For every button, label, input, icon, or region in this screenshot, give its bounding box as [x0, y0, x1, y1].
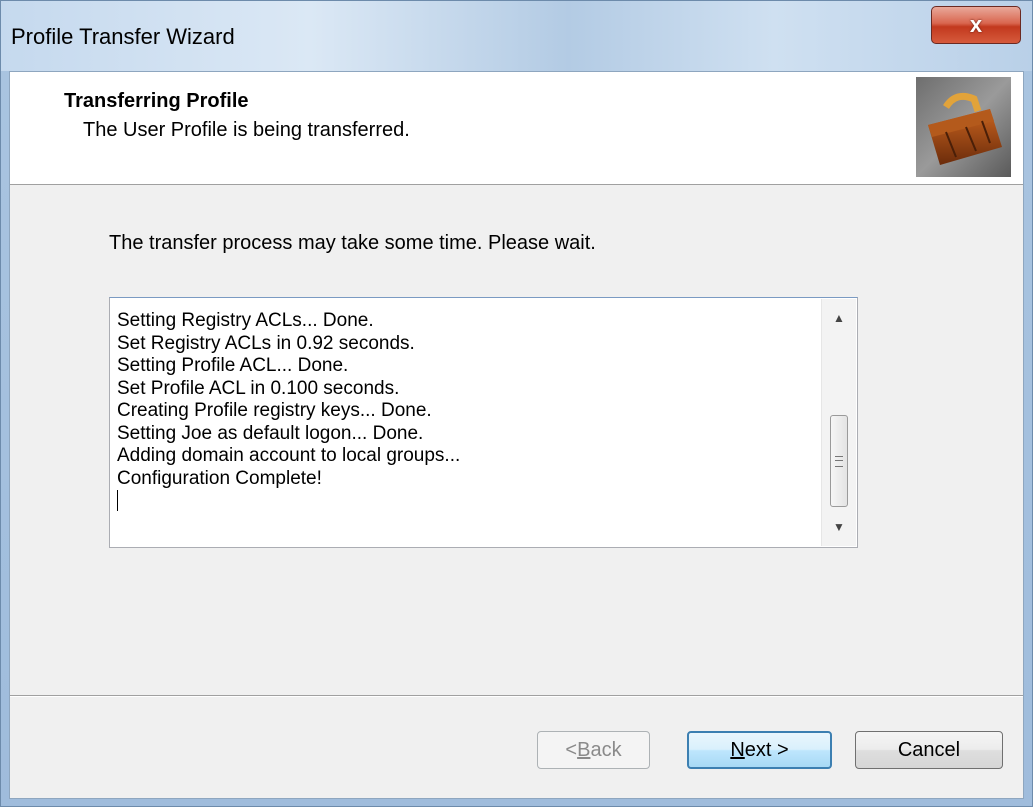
- back-button[interactable]: < Back: [537, 731, 650, 769]
- log-line: Set Registry ACLs in 0.92 seconds.: [117, 332, 415, 354]
- title-bar[interactable]: Profile Transfer Wizard x: [1, 1, 1032, 71]
- log-line: Setting Profile ACL... Done.: [117, 355, 349, 376]
- wizard-client-area: Transferring Profile The User Profile is…: [9, 71, 1024, 799]
- next-rest: ext >: [744, 738, 789, 761]
- log-line: Setting Registry ACLs... Done.: [117, 310, 374, 331]
- next-mnemonic: N: [730, 738, 745, 761]
- log-line: Creating Profile registry keys... Done.: [117, 400, 432, 421]
- log-line: Configuration Complete!: [117, 467, 322, 489]
- cancel-button[interactable]: Cancel: [855, 731, 1003, 769]
- back-rest: ack: [590, 738, 622, 761]
- log-line: Adding domain account to local groups...: [117, 445, 461, 466]
- grip-icon: [835, 455, 843, 467]
- footer-separator: [10, 695, 1023, 697]
- scroll-down-icon[interactable]: ▼: [822, 512, 856, 542]
- transfer-log-lines: Setting Registry ACLs... Done. Set Regis…: [117, 310, 817, 513]
- wizard-header: Transferring Profile The User Profile is…: [10, 72, 1023, 185]
- vertical-scrollbar[interactable]: ▲ ▼: [821, 299, 856, 546]
- log-line: Setting Joe as default logon... Done.: [117, 422, 424, 444]
- text-caret: [117, 490, 118, 511]
- transfer-log-textbox[interactable]: Setting Registry ACLs... Done. Set Regis…: [109, 297, 858, 548]
- back-mnemonic: B: [577, 738, 591, 761]
- close-button[interactable]: x: [931, 6, 1021, 44]
- scroll-thumb[interactable]: [830, 415, 848, 507]
- briefcase-icon: [916, 77, 1011, 177]
- text-caret-line: [117, 490, 817, 513]
- back-prefix: <: [565, 738, 578, 761]
- scroll-up-icon[interactable]: ▲: [822, 303, 856, 333]
- header-title: Transferring Profile: [64, 90, 249, 112]
- close-icon: x: [969, 12, 983, 37]
- instruction-text: The transfer process may take some time.…: [109, 232, 596, 254]
- window-title: Profile Transfer Wizard: [11, 24, 235, 49]
- header-subtitle: The User Profile is being transferred.: [83, 119, 410, 141]
- log-line: Set Profile ACL in 0.100 seconds.: [117, 377, 400, 399]
- wizard-window: Profile Transfer Wizard x Transferring P…: [0, 0, 1033, 807]
- next-button[interactable]: Next >: [687, 731, 832, 769]
